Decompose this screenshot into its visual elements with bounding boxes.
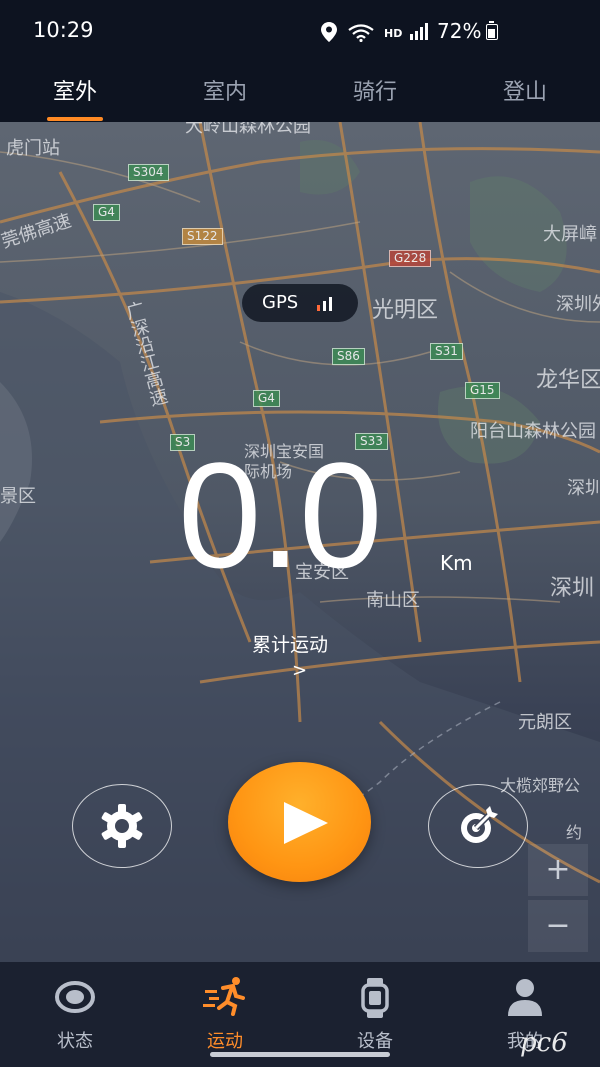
gps-signal-icon	[317, 295, 341, 311]
map-label: 深圳	[567, 478, 600, 499]
road-badge: S304	[128, 164, 169, 181]
active-tab-indicator	[47, 117, 103, 121]
target-goal-button[interactable]	[428, 784, 528, 868]
road-badge: G4	[93, 204, 120, 221]
chevron-right-icon[interactable]: >	[292, 660, 307, 681]
map-label: 龙华区	[536, 368, 600, 393]
map-label: 虎门站	[6, 138, 60, 159]
watermark-logo: pc6	[520, 1028, 568, 1058]
nav-device-label: 设备	[357, 1031, 393, 1052]
target-icon	[461, 806, 498, 843]
status-time: 10:29	[33, 18, 94, 42]
status-bar: 10:29 HD 72%	[0, 0, 600, 62]
road-badge: G228	[389, 250, 432, 267]
gear-icon	[101, 804, 143, 848]
map-label: 阳台山森林公园	[470, 421, 596, 442]
battery-icon	[486, 21, 498, 40]
map-label: 大屏嶂	[543, 224, 597, 245]
map-label: 约	[566, 823, 583, 842]
zoom-out-button[interactable]: −	[528, 900, 588, 952]
map-label: 大榄郊野公	[500, 776, 581, 795]
profile-icon	[508, 979, 542, 1016]
tab-cycling[interactable]: 骑行	[320, 74, 430, 106]
signal-icon	[410, 23, 428, 40]
start-button[interactable]	[228, 762, 371, 882]
wifi-icon	[348, 24, 374, 42]
status-ring-icon	[55, 981, 95, 1013]
network-type: HD	[384, 27, 403, 40]
running-icon	[203, 977, 245, 1016]
road-badge: G15	[465, 382, 500, 399]
battery-percent: 72%	[437, 19, 482, 43]
road-badge: G4	[253, 390, 280, 407]
road-badge: S122	[182, 228, 223, 245]
gps-label: GPS	[262, 292, 299, 313]
gps-status: GPS	[242, 284, 358, 322]
cumulative-sport-link[interactable]: 累计运动	[252, 630, 328, 657]
road-badge: S31	[430, 343, 463, 360]
map-label: 景区	[0, 486, 36, 507]
tab-outdoor[interactable]: 室外	[20, 74, 130, 106]
nav-sport-label: 运动	[207, 1031, 243, 1052]
map-label: 元朗区	[518, 712, 572, 733]
settings-button[interactable]	[72, 784, 172, 868]
zoom-in-button[interactable]: +	[528, 844, 588, 896]
map-label: 深圳	[550, 576, 595, 601]
nav-status-label: 状态	[57, 1031, 93, 1052]
location-icon	[321, 22, 337, 42]
tab-climbing[interactable]: 登山	[470, 74, 580, 106]
watch-icon	[361, 978, 389, 1018]
tab-indoor[interactable]: 室内	[170, 74, 280, 106]
sport-type-tabs: 室外 室内 骑行 登山	[0, 62, 600, 122]
distance-value: 0.0	[178, 431, 383, 599]
map-label: 光明区	[372, 298, 439, 323]
home-indicator[interactable]	[210, 1052, 390, 1057]
road-badge: S86	[332, 348, 365, 365]
map-label: 大岭山森林公园	[185, 122, 311, 137]
play-icon	[284, 802, 328, 844]
distance-unit: Km	[440, 551, 473, 575]
map-label: 深圳外	[556, 294, 600, 315]
